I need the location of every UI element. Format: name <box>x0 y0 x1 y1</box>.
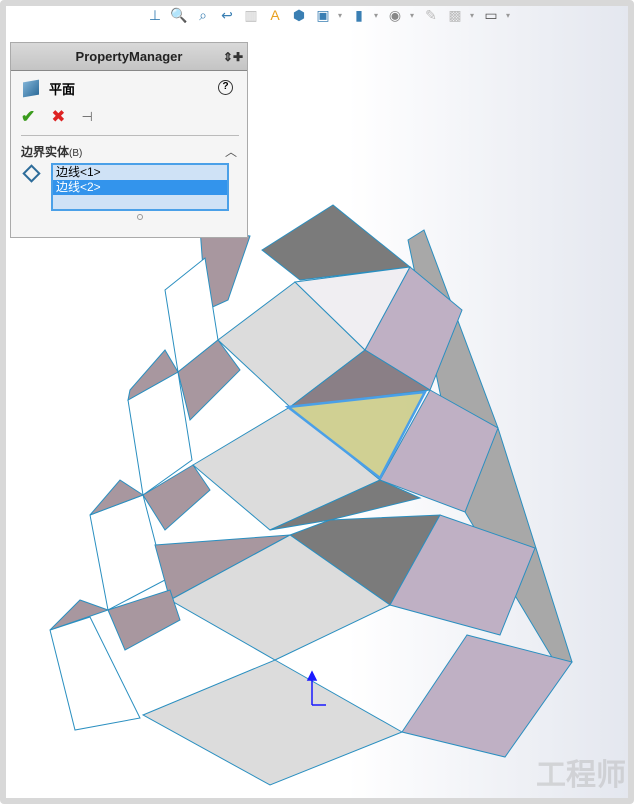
list-item[interactable]: 边线<1> <box>53 165 227 180</box>
ok-button[interactable]: ✔ <box>21 107 35 127</box>
keep-visible-button[interactable]: ⊣ <box>82 109 93 125</box>
boundary-entities-list[interactable]: 边线<1> 边线<2> <box>51 163 229 211</box>
feature-name: 平面 <box>49 82 76 97</box>
chevron-up-icon[interactable]: ︿ <box>225 143 237 160</box>
panel-title: PropertyManager <box>75 49 183 64</box>
property-manager-panel: PropertyManager ⇕✚ 平面 ? ✔ ✖ ⊣ 边界实体(B) ︿ … <box>10 42 248 238</box>
section-shortcut: (B) <box>69 148 83 159</box>
feature-title: 平面 <box>23 79 75 98</box>
pin-icon[interactable]: ⇕✚ <box>223 50 243 64</box>
resize-handle[interactable] <box>137 214 143 220</box>
watermark-logo: 工程师 <box>536 759 626 792</box>
property-manager-header: PropertyManager ⇕✚ <box>11 43 247 71</box>
top-dark-face <box>261 204 412 281</box>
section-title: 边界实体 <box>21 145 70 159</box>
cancel-button[interactable]: ✖ <box>51 107 65 127</box>
help-icon[interactable]: ? <box>218 80 233 95</box>
divider <box>21 135 239 136</box>
plane-icon <box>23 79 39 98</box>
edge-selection-icon <box>22 164 41 183</box>
section-header[interactable]: 边界实体(B) <box>21 143 82 160</box>
list-item[interactable]: 边线<2> <box>53 180 227 195</box>
